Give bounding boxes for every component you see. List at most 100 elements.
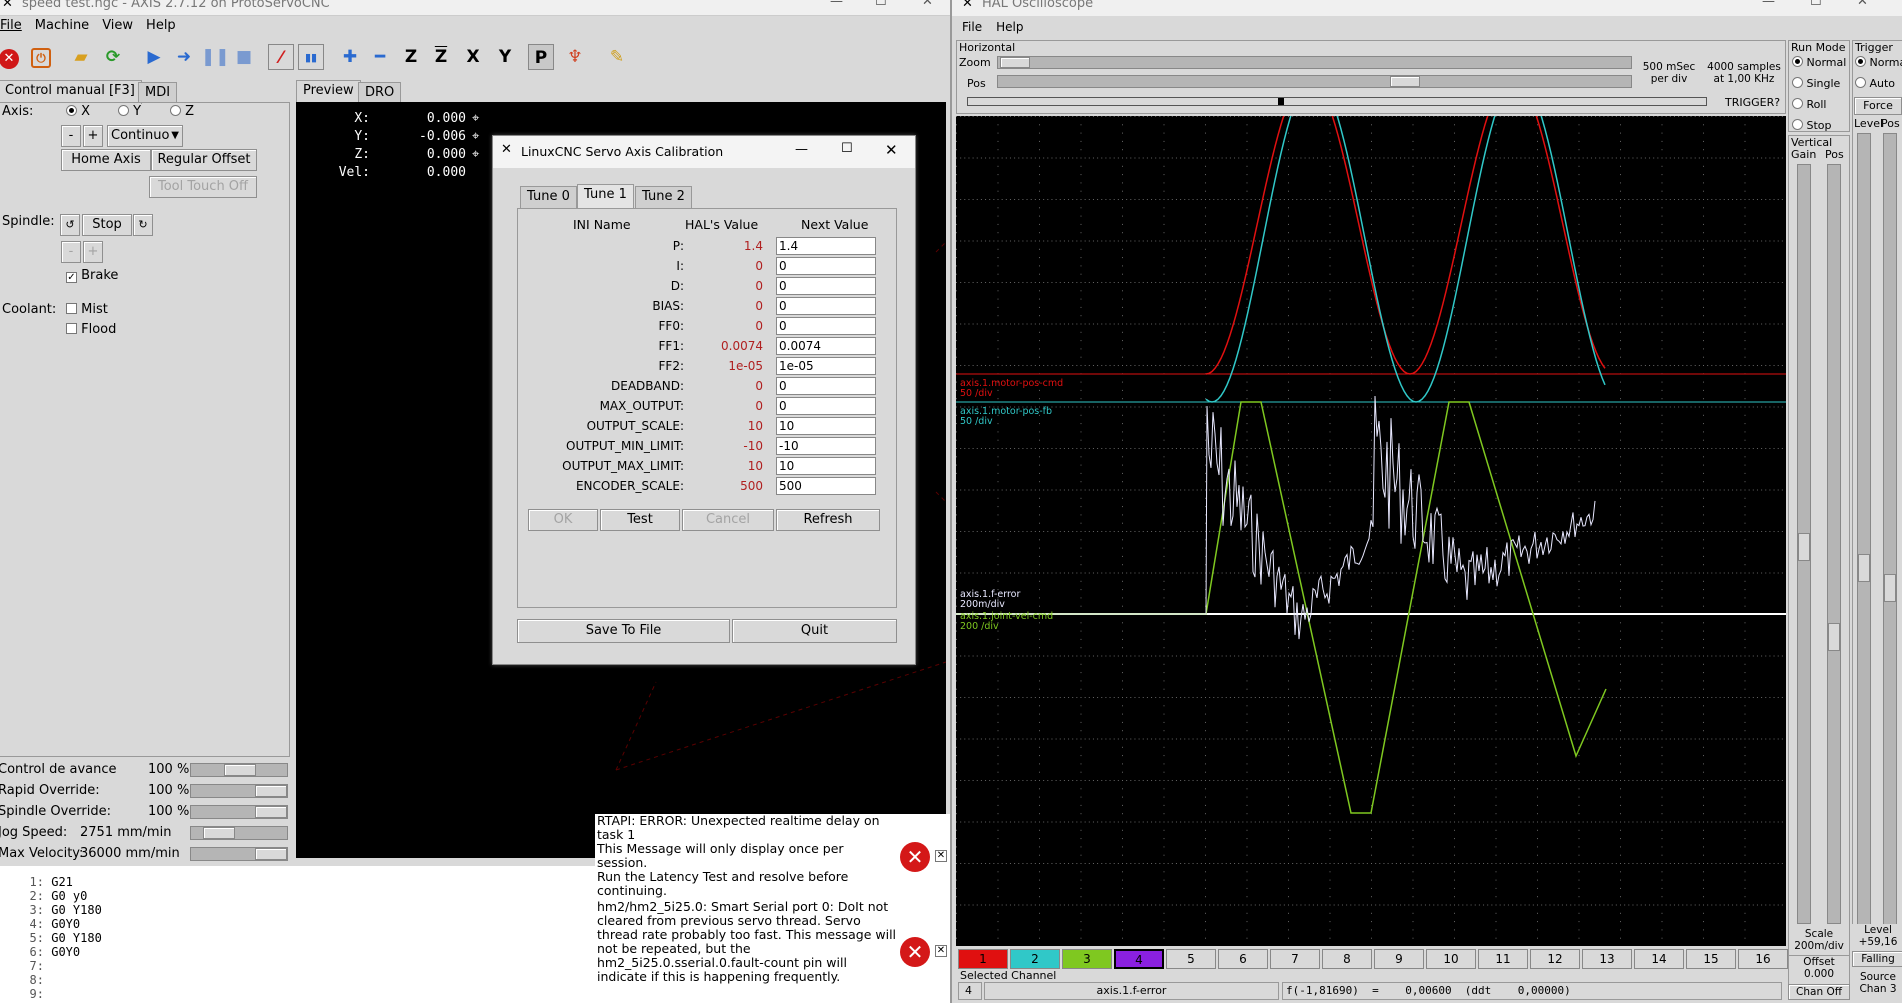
channel-button-2[interactable]: 2 (1010, 949, 1060, 969)
trigger-auto-radio[interactable]: Auto (1855, 77, 1895, 90)
axis-radio-x[interactable]: X (66, 104, 90, 119)
param-next-input[interactable] (776, 377, 876, 395)
channel-button-1[interactable]: 1 (958, 949, 1008, 969)
step-icon[interactable]: ➜ (171, 44, 197, 70)
param-next-input[interactable] (776, 397, 876, 415)
run-icon[interactable]: ▶ (141, 44, 167, 70)
run-roll-radio[interactable]: Roll (1792, 98, 1827, 111)
param-next-input[interactable] (776, 417, 876, 435)
pos-slider[interactable] (997, 75, 1632, 88)
menu-help[interactable]: Help (996, 20, 1023, 34)
menu-machine[interactable]: Machine (35, 18, 89, 38)
tab-preview[interactable]: Preview (296, 80, 361, 104)
max-velocity-slider[interactable] (190, 847, 288, 861)
clear-plot-icon[interactable]: ✎ (604, 44, 630, 70)
open-file-icon[interactable]: ▰ (68, 44, 94, 70)
selected-channel-name[interactable]: axis.1.f-error (984, 982, 1279, 1000)
view-x-icon[interactable]: X (460, 44, 486, 70)
jog-plus-button[interactable]: + (83, 125, 103, 147)
trigger-level-slider[interactable] (1857, 133, 1871, 953)
run-stop-radio[interactable]: Stop (1792, 119, 1832, 132)
param-next-input[interactable] (776, 437, 876, 455)
scope-display[interactable]: axis.1.motor-pos-cmd 50 /div axis.1.motor-… (956, 116, 1786, 946)
minimize-icon[interactable]: — (1762, 0, 1775, 9)
menu-file[interactable]: File (0, 18, 22, 38)
ok-button[interactable]: OK (528, 509, 598, 531)
chan-off-button[interactable]: Chan Off (1788, 984, 1850, 1000)
jog-mode-select[interactable]: Continuo ▼ (107, 125, 183, 147)
optional-stop-icon[interactable]: ▮▮ (298, 44, 324, 70)
param-next-input[interactable] (776, 337, 876, 355)
view-y-icon[interactable]: Y (492, 44, 518, 70)
channel-button-7[interactable]: 7 (1270, 949, 1320, 969)
axis-radio-y[interactable]: Y (118, 104, 141, 119)
tab-manual-control[interactable]: Control manual [F3] (0, 80, 142, 104)
force-button[interactable]: Force (1854, 97, 1902, 115)
channel-button-8[interactable]: 8 (1322, 949, 1372, 969)
view-z-icon[interactable]: Z (398, 44, 424, 70)
minimize-icon[interactable]: — (830, 0, 843, 9)
save-to-file-button[interactable]: Save To File (517, 619, 730, 643)
zoom-in-icon[interactable]: ✚ (337, 44, 363, 70)
minimize-icon[interactable]: — (795, 142, 808, 157)
menu-file[interactable]: File (962, 20, 982, 34)
spindle-ccw-icon[interactable]: ↺ (60, 214, 80, 236)
tab-tune-2[interactable]: Tune 2 (635, 186, 692, 208)
home-axis-button[interactable]: Home Axis (61, 149, 151, 171)
param-next-input[interactable] (776, 237, 876, 255)
spindle-plus-button[interactable]: + (83, 241, 103, 263)
trigger-pos-slider[interactable] (1883, 133, 1897, 953)
channel-button-15[interactable]: 15 (1686, 949, 1736, 969)
maximize-icon[interactable]: ☐ (1810, 0, 1822, 9)
dismiss-icon[interactable]: ✕ (935, 850, 947, 862)
feed-override-slider[interactable] (190, 763, 288, 777)
view-p-icon[interactable]: P (528, 44, 554, 70)
channel-button-9[interactable]: 9 (1374, 949, 1424, 969)
vpos-slider[interactable] (1827, 164, 1841, 924)
spindle-override-slider[interactable] (190, 805, 288, 819)
channel-button-5[interactable]: 5 (1166, 949, 1216, 969)
channel-button-3[interactable]: 3 (1062, 949, 1112, 969)
estop-icon[interactable]: ✕ (0, 44, 22, 70)
run-normal-radio[interactable]: Normal (1792, 56, 1846, 69)
param-next-input[interactable] (776, 317, 876, 335)
param-next-input[interactable] (776, 457, 876, 475)
zoom-slider[interactable] (997, 56, 1632, 69)
tab-dro[interactable]: DRO (358, 82, 402, 102)
jog-speed-slider[interactable] (190, 826, 288, 840)
channel-button-13[interactable]: 13 (1582, 949, 1632, 969)
reload-icon[interactable]: ⟳ (100, 44, 126, 70)
channel-button-6[interactable]: 6 (1218, 949, 1268, 969)
trigger-normal-radio[interactable]: Normal (1855, 56, 1902, 69)
test-button[interactable]: Test (600, 509, 680, 531)
view-z2-icon[interactable]: Z (428, 44, 454, 70)
tool-touch-off-button[interactable]: Tool Touch Off (149, 176, 257, 198)
tab-tune-1[interactable]: Tune 1 (577, 184, 634, 208)
channel-button-4[interactable]: 4 (1114, 949, 1164, 969)
menu-help[interactable]: Help (146, 18, 176, 38)
cancel-button[interactable]: Cancel (682, 509, 774, 531)
param-next-input[interactable] (776, 477, 876, 495)
channel-button-14[interactable]: 14 (1634, 949, 1684, 969)
mist-checkbox[interactable]: Mist (66, 302, 108, 317)
brake-checkbox[interactable]: ✓ Brake (66, 268, 118, 283)
rotate-icon[interactable]: ♆ (562, 44, 588, 70)
quit-button[interactable]: Quit (732, 619, 897, 643)
param-next-input[interactable] (776, 297, 876, 315)
regular-offset-button[interactable]: Regular Offset (151, 149, 257, 171)
rapid-override-slider[interactable] (190, 784, 288, 798)
flood-checkbox[interactable]: Flood (66, 322, 116, 337)
dismiss-icon[interactable]: ✕ (935, 945, 947, 957)
maximize-icon[interactable]: ☐ (841, 141, 853, 156)
jog-minus-button[interactable]: - (61, 125, 81, 147)
tab-mdi[interactable]: MDI (138, 82, 178, 102)
spindle-cw-icon[interactable]: ↻ (133, 214, 153, 236)
falling-button[interactable]: Falling (1852, 951, 1902, 967)
zoom-out-icon[interactable]: ━ (367, 44, 393, 70)
axis-radio-z[interactable]: Z (170, 104, 194, 119)
pause-icon[interactable]: ❚❚ (201, 44, 230, 70)
spindle-minus-button[interactable]: - (61, 241, 81, 263)
tab-tune-0[interactable]: Tune 0 (520, 186, 577, 208)
power-icon[interactable]: ⏻ (28, 44, 54, 70)
menu-view[interactable]: View (102, 18, 133, 38)
